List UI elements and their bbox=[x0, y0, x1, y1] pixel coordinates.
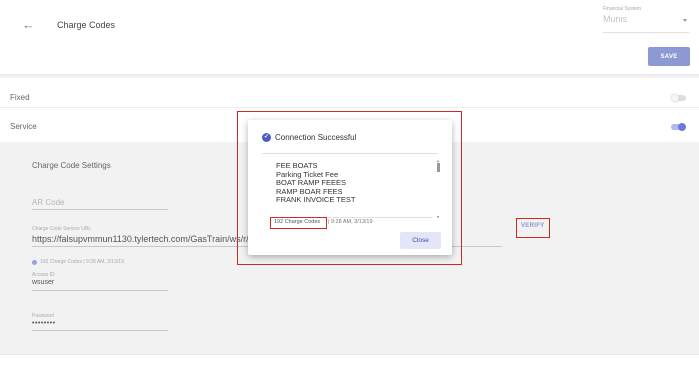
ar-code-input[interactable]: AR Code bbox=[32, 198, 64, 207]
section-divider bbox=[0, 74, 699, 78]
dialog-divider bbox=[262, 153, 438, 154]
toggle-knob bbox=[671, 94, 679, 102]
service-url-label: Charge Code Service URL bbox=[32, 226, 92, 232]
list-scrollbar[interactable] bbox=[436, 160, 441, 218]
service-label: Service bbox=[10, 122, 37, 131]
dialog-header: ✓ Connection Successful bbox=[262, 133, 356, 142]
scroll-thumb[interactable] bbox=[437, 163, 440, 172]
verify-button[interactable]: VERIFY bbox=[521, 223, 544, 229]
access-id-underline bbox=[32, 290, 168, 291]
footer-divider bbox=[0, 354, 699, 371]
password-underline bbox=[32, 330, 168, 331]
fixed-toggle[interactable] bbox=[671, 94, 686, 102]
app-header: ← Charge Codes Financial System Munis SA… bbox=[0, 0, 699, 74]
scroll-down-icon[interactable] bbox=[437, 216, 439, 218]
access-id-label: Access ID bbox=[32, 272, 55, 278]
charge-code-list[interactable]: FEE BOATS Parking Ticket Fee BOAT RAMP F… bbox=[276, 162, 434, 214]
close-button[interactable]: Close bbox=[400, 232, 441, 249]
page-title: Charge Codes bbox=[57, 20, 116, 30]
access-id-input[interactable]: wsuser bbox=[32, 279, 54, 286]
charge-code-count: 192 Charge Codes bbox=[274, 219, 321, 225]
save-button[interactable]: SAVE bbox=[648, 47, 690, 66]
financial-system-value[interactable]: Munis bbox=[603, 14, 689, 24]
financial-system-label: Financial System bbox=[603, 6, 642, 12]
check-circle-icon: ✓ bbox=[262, 133, 271, 142]
settings-title: Charge Code Settings bbox=[32, 161, 111, 170]
list-item: FRANK INVOICE TEST bbox=[276, 195, 356, 205]
service-toggle[interactable] bbox=[671, 123, 686, 131]
financial-system-select[interactable]: Financial System Munis bbox=[603, 6, 689, 33]
scroll-up-icon[interactable] bbox=[437, 160, 439, 162]
status-row: 192 Charge Codes | 9:28 AM, 3/13/19 bbox=[32, 259, 124, 265]
arrow-left-icon[interactable]: ← bbox=[22, 18, 36, 32]
fixed-label: Fixed bbox=[10, 93, 30, 102]
toggle-knob bbox=[678, 123, 686, 131]
password-input[interactable]: •••••••• bbox=[32, 320, 56, 327]
chevron-down-icon[interactable] bbox=[683, 19, 687, 22]
ar-code-underline bbox=[32, 209, 168, 210]
service-url-input[interactable]: https://falsupvmmun1130.tylertech.com/Ga… bbox=[32, 234, 252, 244]
dialog-title: Connection Successful bbox=[275, 133, 357, 142]
check-circle-icon bbox=[32, 259, 37, 265]
select-underline bbox=[603, 32, 689, 33]
fixed-row: Fixed bbox=[0, 84, 699, 108]
password-label: Password bbox=[32, 313, 54, 319]
verify-timestamp: | 9:28 AM, 3/13/19 bbox=[328, 219, 373, 225]
status-text: 192 Charge Codes | 9:28 AM, 3/13/19 bbox=[40, 259, 124, 265]
